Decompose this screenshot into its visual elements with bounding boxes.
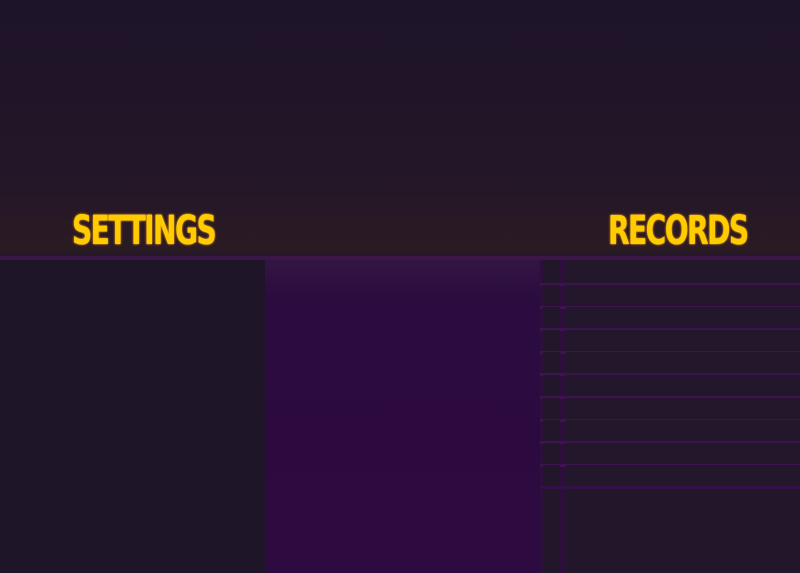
record-rank: [543, 420, 560, 442]
record-rank: [543, 307, 560, 329]
record-row[interactable]: [540, 352, 800, 374]
record-row[interactable]: [540, 307, 800, 329]
record-row[interactable]: [540, 262, 800, 284]
record-row[interactable]: [540, 330, 800, 352]
record-rank: [543, 465, 560, 487]
record-score: [566, 465, 800, 487]
record-rank: [543, 443, 560, 465]
record-score: [566, 262, 800, 284]
record-rank: [543, 352, 560, 374]
record-row[interactable]: [540, 443, 800, 465]
record-rank: [543, 375, 560, 397]
record-score: [566, 375, 800, 397]
record-score: [566, 420, 800, 442]
record-row[interactable]: [540, 398, 800, 420]
center-panel: [265, 260, 540, 573]
records-tab[interactable]: RECORDS: [608, 208, 749, 258]
record-rank: [543, 398, 560, 420]
record-score: [566, 443, 800, 465]
record-score: [566, 352, 800, 374]
record-score: [566, 285, 800, 307]
record-rank: [543, 285, 560, 307]
record-row[interactable]: [540, 375, 800, 397]
game-menu-screen: SETTINGS RECORDS: [0, 0, 800, 573]
record-row[interactable]: [540, 465, 800, 487]
record-row[interactable]: [540, 420, 800, 442]
settings-tab[interactable]: SETTINGS: [72, 208, 217, 258]
record-score: [566, 398, 800, 420]
record-rank: [543, 330, 560, 352]
record-separator: [540, 486, 800, 489]
left-panel: [0, 260, 265, 573]
record-rank: [543, 262, 560, 284]
record-score: [566, 307, 800, 329]
record-row[interactable]: [540, 285, 800, 307]
record-score: [566, 330, 800, 352]
